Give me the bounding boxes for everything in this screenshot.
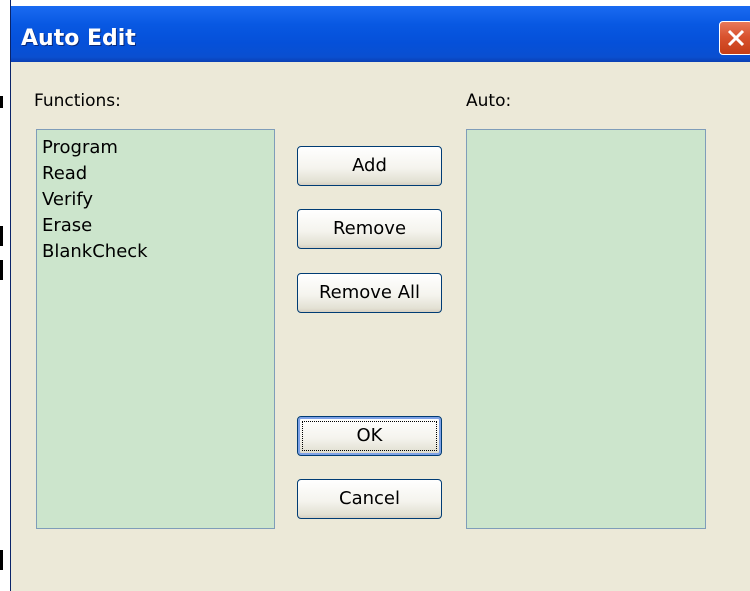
- remove-button[interactable]: Remove: [297, 209, 442, 249]
- background-edge-mark: [0, 550, 3, 570]
- background-edge-mark: [0, 226, 3, 246]
- title-bar[interactable]: Auto Edit: [11, 0, 750, 62]
- auto-edit-dialog: Auto Edit Functions: Auto: Program Read …: [10, 0, 750, 591]
- list-item-verify[interactable]: Verify: [37, 187, 148, 213]
- title-bar-top-edge: [11, 0, 750, 6]
- list-item-blankcheck[interactable]: BlankCheck: [37, 239, 148, 265]
- list-item-program[interactable]: Program: [37, 135, 148, 161]
- functions-listbox[interactable]: Program Read Verify Erase BlankCheck: [36, 129, 275, 529]
- cancel-button[interactable]: Cancel: [297, 479, 442, 519]
- ok-button-label: OK: [356, 425, 383, 446]
- functions-label: Functions:: [34, 91, 121, 111]
- window-title: Auto Edit: [21, 26, 136, 51]
- add-button[interactable]: Add: [297, 146, 442, 186]
- remove-all-button[interactable]: Remove All: [297, 273, 442, 313]
- auto-listbox[interactable]: [466, 129, 706, 529]
- auto-label: Auto:: [466, 91, 512, 111]
- list-item-erase[interactable]: Erase: [37, 213, 148, 239]
- background-edge-mark: [0, 96, 3, 108]
- functions-list-items: Program Read Verify Erase BlankCheck: [37, 135, 148, 265]
- close-button[interactable]: [719, 21, 750, 55]
- background-edge-mark: [0, 260, 3, 280]
- ok-button[interactable]: OK: [297, 416, 442, 456]
- close-icon: [727, 29, 745, 47]
- list-item-read[interactable]: Read: [37, 161, 148, 187]
